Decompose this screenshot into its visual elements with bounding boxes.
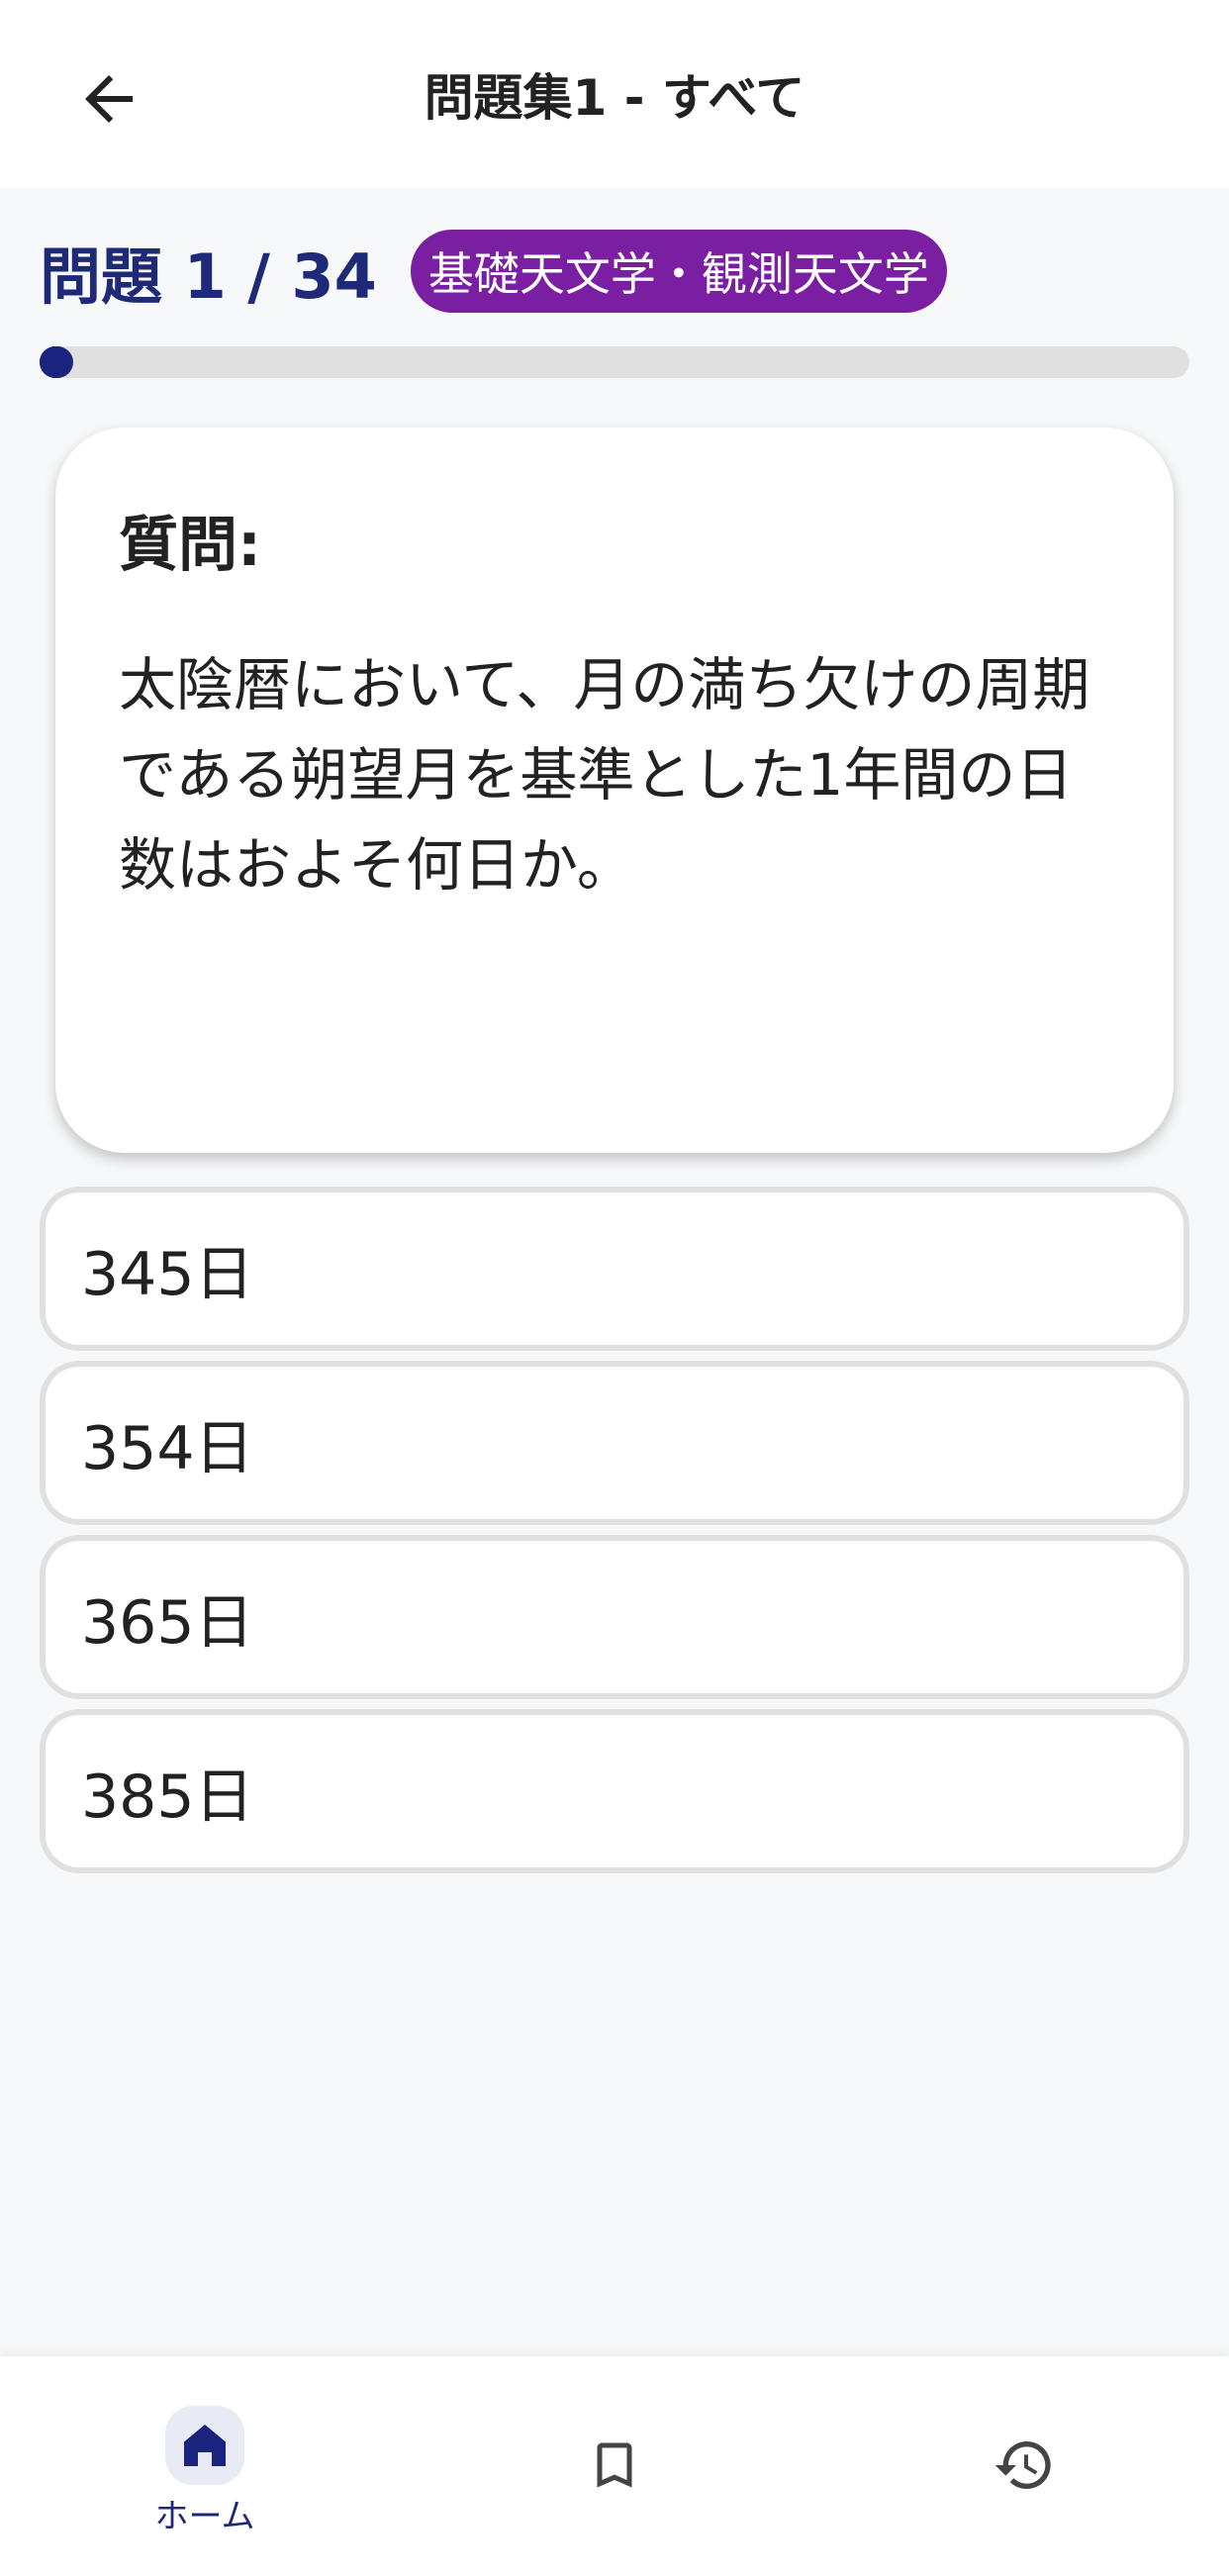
nav-item-home[interactable]: ホーム <box>116 2406 294 2544</box>
bookmark-icon <box>597 2442 632 2488</box>
home-icon-pill <box>165 2406 244 2485</box>
progress-bar <box>40 346 1189 378</box>
category-badge: 基礎天文学・観測天文学 <box>410 230 947 313</box>
bookmark-icon-wrap <box>575 2426 654 2505</box>
answer-options: 345日 354日 365日 385日 <box>40 1187 1189 1883</box>
nav-label-home: ホーム <box>154 2497 255 2536</box>
question-header: 問題 1 / 34 基礎天文学・観測天文学 <box>40 230 947 313</box>
question-card: 質問: 太陰暦において、月の満ち欠けの周期である朔望月を基準とした1年間の日数は… <box>55 428 1174 1153</box>
question-counter: 問題 1 / 34 <box>40 240 377 313</box>
answer-option[interactable]: 365日 <box>40 1535 1189 1699</box>
history-icon <box>994 2441 1051 2489</box>
answer-option[interactable]: 345日 <box>40 1187 1189 1351</box>
bottom-nav: ホーム <box>0 2356 1229 2576</box>
answer-option[interactable]: 354日 <box>40 1361 1189 1525</box>
back-button[interactable] <box>59 54 158 143</box>
page-title: 問題集1 - すべて <box>424 69 805 127</box>
arrow-back-icon <box>85 75 133 123</box>
nav-item-bookmarks[interactable] <box>525 2406 704 2544</box>
progress-indicator <box>40 346 71 378</box>
answer-option[interactable]: 385日 <box>40 1709 1189 1873</box>
question-label: 質問: <box>119 511 261 580</box>
history-icon-wrap <box>985 2426 1064 2505</box>
home-icon <box>184 2425 226 2466</box>
app-bar: 問題集1 - すべて <box>0 0 1229 188</box>
question-text: 太陰暦において、月の満ち欠けの周期である朔望月を基準とした1年間の日数はおよそ何… <box>119 651 1090 899</box>
nav-item-history[interactable] <box>935 2406 1113 2544</box>
